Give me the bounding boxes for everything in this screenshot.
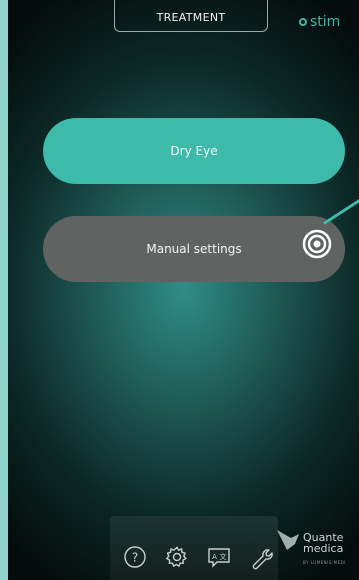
manual-settings-label: Manual settings: [146, 242, 242, 256]
logo-text: Quante medica: [303, 532, 343, 554]
language-icon[interactable]: A 文: [206, 544, 232, 570]
bottom-toolbar: ? A 文: [110, 516, 278, 580]
brand-icon: [299, 18, 307, 26]
settings-gear-icon[interactable]: [164, 544, 190, 570]
svg-text:?: ?: [132, 551, 138, 565]
dry-eye-label: Dry Eye: [170, 144, 218, 158]
logo-subtitle: BY LUMENIS MEDI: [303, 560, 346, 565]
svg-text:文: 文: [220, 552, 227, 561]
brand-text: stim: [310, 14, 341, 30]
dry-eye-button[interactable]: Dry Eye: [43, 118, 345, 184]
treatment-tab-label: TREATMENT: [156, 10, 226, 24]
touch-indicator-icon: [302, 229, 332, 259]
treatment-tab[interactable]: TREATMENT: [114, 0, 268, 32]
quantel-medical-logo: Quante medica BY LUMENIS MEDI: [275, 520, 359, 576]
svg-text:A: A: [212, 553, 217, 561]
touch-indicator-line: [323, 195, 359, 225]
logo-line2: medica: [303, 542, 344, 555]
wrench-icon[interactable]: [248, 544, 274, 570]
manual-settings-button[interactable]: Manual settings: [43, 216, 345, 282]
bird-logo-icon: [277, 530, 299, 554]
brand-logo: stim: [299, 14, 340, 30]
treatment-screen: TREATMENT stim Dry Eye Manual settings ?: [8, 0, 359, 580]
help-icon[interactable]: ?: [122, 544, 148, 570]
